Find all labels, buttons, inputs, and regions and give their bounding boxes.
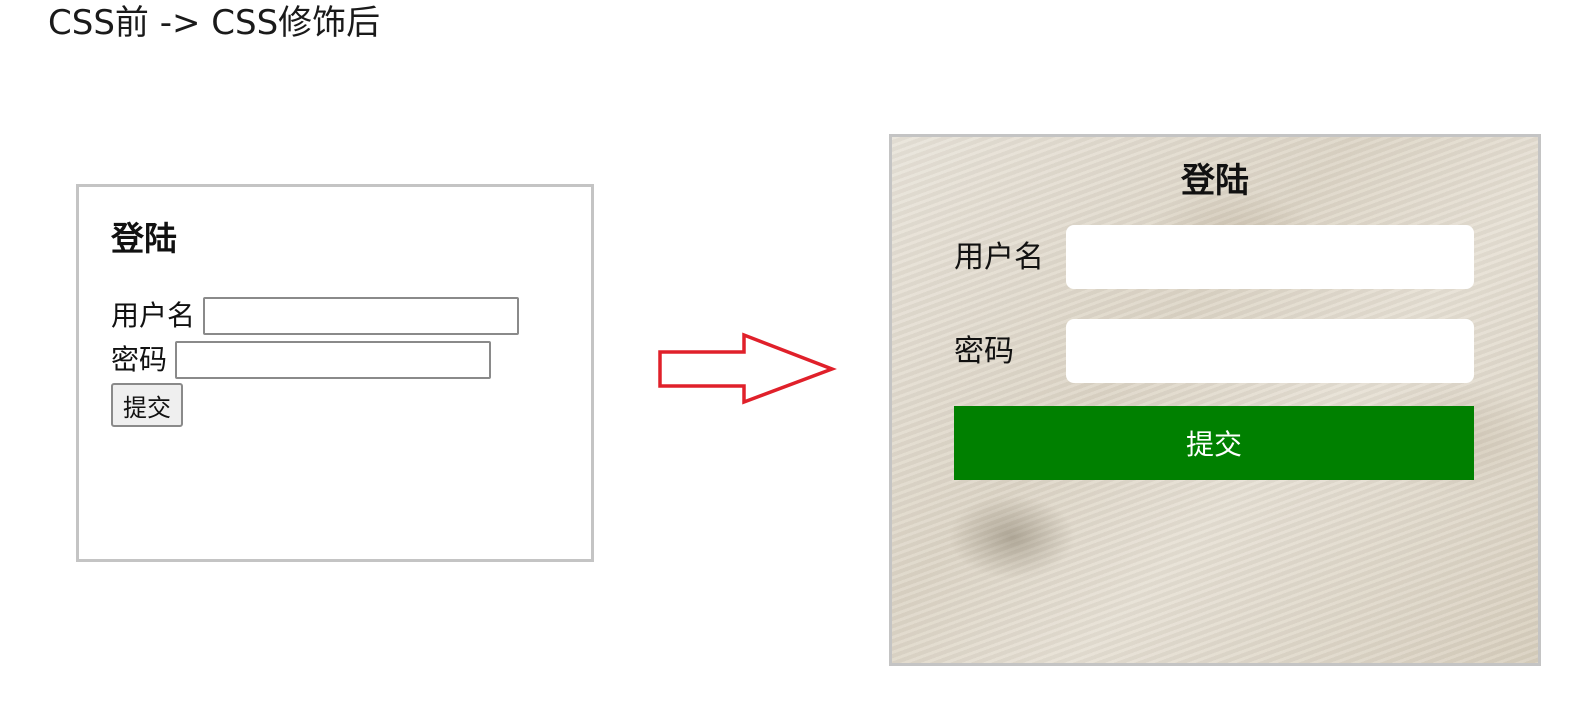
before-password-row: 密码	[111, 341, 492, 379]
before-username-input[interactable]	[203, 297, 520, 335]
before-username-row: 用户名	[111, 297, 520, 335]
page: CSS前 -> CSS修饰后 登陆 用户名 密码 提交 登陆 用户名 密码 提交	[0, 0, 1574, 724]
before-submit-button[interactable]: 提交	[111, 383, 183, 427]
before-password-label: 密码	[111, 343, 168, 376]
after-password-input[interactable]	[1066, 319, 1474, 383]
after-form-title: 登陆	[1181, 161, 1249, 201]
after-username-input[interactable]	[1066, 225, 1474, 289]
caption: CSS前 -> CSS修饰后	[48, 3, 381, 43]
before-form-title: 登陆	[111, 219, 177, 258]
after-submit-button[interactable]: 提交	[954, 406, 1474, 480]
right-arrow-icon	[658, 332, 837, 405]
before-password-input[interactable]	[175, 341, 492, 379]
before-username-label: 用户名	[111, 299, 196, 332]
after-username-label: 用户名	[954, 240, 1044, 275]
before-login-form: 登陆 用户名 密码 提交	[76, 184, 594, 562]
after-password-label: 密码	[954, 334, 1014, 369]
after-login-form: 登陆 用户名 密码 提交	[889, 134, 1541, 666]
